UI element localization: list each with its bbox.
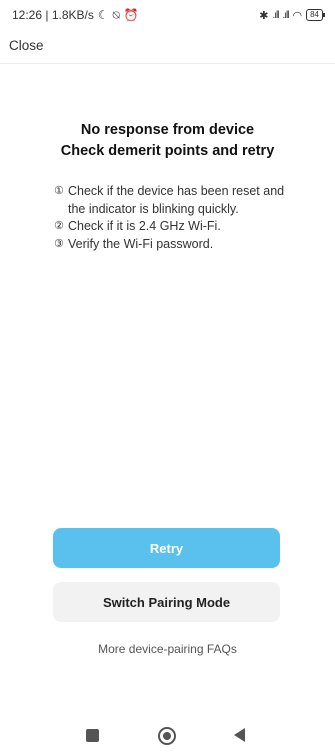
recent-apps-icon[interactable] — [86, 729, 99, 742]
tip-text: Check if it is 2.4 GHz Wi-Fi. — [68, 219, 221, 233]
faq-link[interactable]: More device-pairing FAQs — [0, 642, 335, 656]
status-bar: 12:26 | 1.8KB/s ☾ ⍉ ⏰ ✱ .ıll .ıll ◠ 84 — [0, 0, 335, 30]
switch-pairing-mode-button[interactable]: Switch Pairing Mode — [53, 582, 280, 622]
tips-list: ① Check if the device has been reset and… — [54, 183, 294, 253]
tip-item: ① Check if the device has been reset and… — [54, 183, 294, 218]
moon-icon: ☾ — [97, 8, 109, 22]
home-icon[interactable] — [158, 727, 176, 745]
bluetooth-icon: ✱ — [259, 9, 269, 22]
alarm-icon: ⏰ — [123, 8, 139, 22]
mute-icon: ⍉ — [112, 7, 120, 22]
back-icon[interactable] — [234, 728, 245, 742]
status-right: ✱ .ıll .ıll ◠ 84 — [259, 9, 325, 22]
close-button[interactable]: Close — [9, 38, 44, 53]
system-nav-bar — [0, 722, 335, 752]
tip-text: Check if the device has been reset and t… — [68, 184, 285, 216]
tip-item: ② Check if it is 2.4 GHz Wi-Fi. — [54, 218, 294, 236]
battery-icon: 84 — [306, 9, 325, 21]
top-bar: Close — [0, 30, 335, 64]
tip-number: ① — [54, 185, 64, 197]
status-time: 12:26 | 1.8KB/s — [12, 8, 94, 22]
retry-button[interactable]: Retry — [53, 528, 280, 568]
title-line-2: Check demerit points and retry — [60, 143, 275, 159]
tip-number: ② — [54, 220, 64, 232]
page-title: No response from device Check demerit po… — [0, 120, 335, 162]
signal-icon-2: .ıll — [282, 9, 289, 21]
signal-icon: .ıll — [272, 9, 279, 21]
wifi-icon: ◠ — [292, 9, 303, 22]
title-line-1: No response from device — [80, 122, 255, 138]
status-left: 12:26 | 1.8KB/s ☾ ⍉ ⏰ — [12, 8, 139, 23]
tip-text: Verify the Wi-Fi password. — [68, 236, 214, 251]
tip-number: ③ — [54, 237, 64, 250]
tip-item: ③ Verify the Wi-Fi password. — [54, 236, 294, 254]
